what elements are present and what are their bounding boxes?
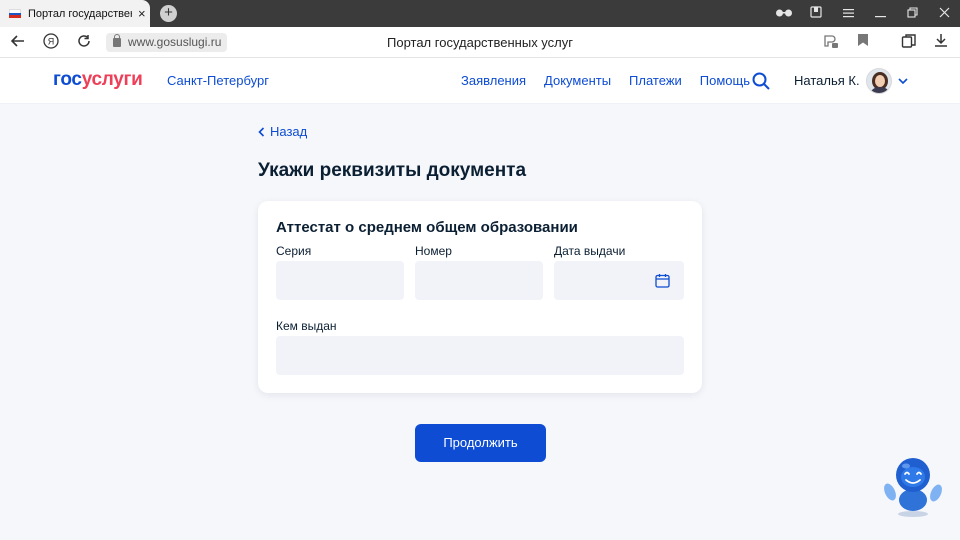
avatar[interactable] bbox=[866, 68, 892, 94]
continue-button[interactable]: Продолжить bbox=[415, 424, 546, 462]
address-bar: Я www.gosuslugi.ru Портал государственны… bbox=[0, 27, 960, 58]
gosuslugi-logo[interactable]: госуслуги bbox=[53, 69, 143, 91]
browser-page-title: Портал государственных услуг bbox=[387, 35, 573, 50]
page-title: Укажи реквизиты документа bbox=[258, 160, 527, 181]
issuer-label: Кем выдан bbox=[276, 319, 337, 333]
calendar-icon[interactable] bbox=[655, 273, 670, 288]
collections-icon[interactable] bbox=[900, 33, 918, 51]
assistant-robot-icon[interactable] bbox=[884, 456, 942, 518]
issue-date-input[interactable] bbox=[554, 261, 684, 300]
chevron-left-icon bbox=[258, 126, 265, 137]
issue-date-label: Дата выдачи bbox=[554, 244, 626, 258]
menu-item-payments[interactable]: Платежи bbox=[629, 73, 682, 88]
number-input[interactable] bbox=[415, 261, 543, 300]
bookmark-icon[interactable] bbox=[854, 33, 872, 51]
window-controls bbox=[768, 0, 960, 27]
card-title: Аттестат о среднем общем образовании bbox=[276, 219, 578, 236]
favicon-flag-icon bbox=[9, 9, 21, 19]
site-header: госуслуги Санкт-Петербург Заявления Доку… bbox=[0, 58, 960, 104]
tab-close-icon[interactable]: × bbox=[138, 7, 146, 20]
search-icon[interactable] bbox=[752, 72, 770, 90]
region-selector[interactable]: Санкт-Петербург bbox=[167, 73, 269, 88]
glasses-icon[interactable] bbox=[768, 7, 800, 21]
extensions-icon[interactable] bbox=[800, 6, 832, 21]
back-link[interactable]: Назад bbox=[258, 124, 307, 139]
menu-icon[interactable] bbox=[832, 7, 864, 21]
browser-tab[interactable]: Портал государственных × bbox=[0, 0, 150, 27]
menu-item-applications[interactable]: Заявления bbox=[461, 73, 526, 88]
issuer-input[interactable] bbox=[276, 336, 684, 375]
menu-item-documents[interactable]: Документы bbox=[544, 73, 611, 88]
tab-title: Портал государственных bbox=[28, 7, 132, 20]
series-label: Серия bbox=[276, 244, 312, 258]
back-link-label: Назад bbox=[270, 124, 308, 139]
close-icon[interactable] bbox=[928, 7, 960, 21]
new-tab-button[interactable]: + bbox=[160, 5, 177, 22]
minimize-icon[interactable] bbox=[864, 7, 896, 21]
number-label: Номер bbox=[415, 244, 452, 258]
restore-icon[interactable] bbox=[896, 6, 928, 21]
series-input[interactable] bbox=[276, 261, 404, 300]
main-menu: Заявления Документы Платежи Помощь bbox=[461, 73, 750, 88]
document-form-card: Аттестат о среднем общем образовании Сер… bbox=[258, 201, 702, 393]
browser-tab-strip: Портал государственных × + bbox=[0, 0, 960, 27]
chevron-down-icon[interactable] bbox=[897, 74, 909, 86]
download-icon[interactable] bbox=[932, 33, 950, 51]
menu-item-help[interactable]: Помощь bbox=[700, 73, 750, 88]
reader-icon[interactable] bbox=[822, 33, 840, 51]
user-name[interactable]: Наталья К. bbox=[794, 73, 860, 88]
